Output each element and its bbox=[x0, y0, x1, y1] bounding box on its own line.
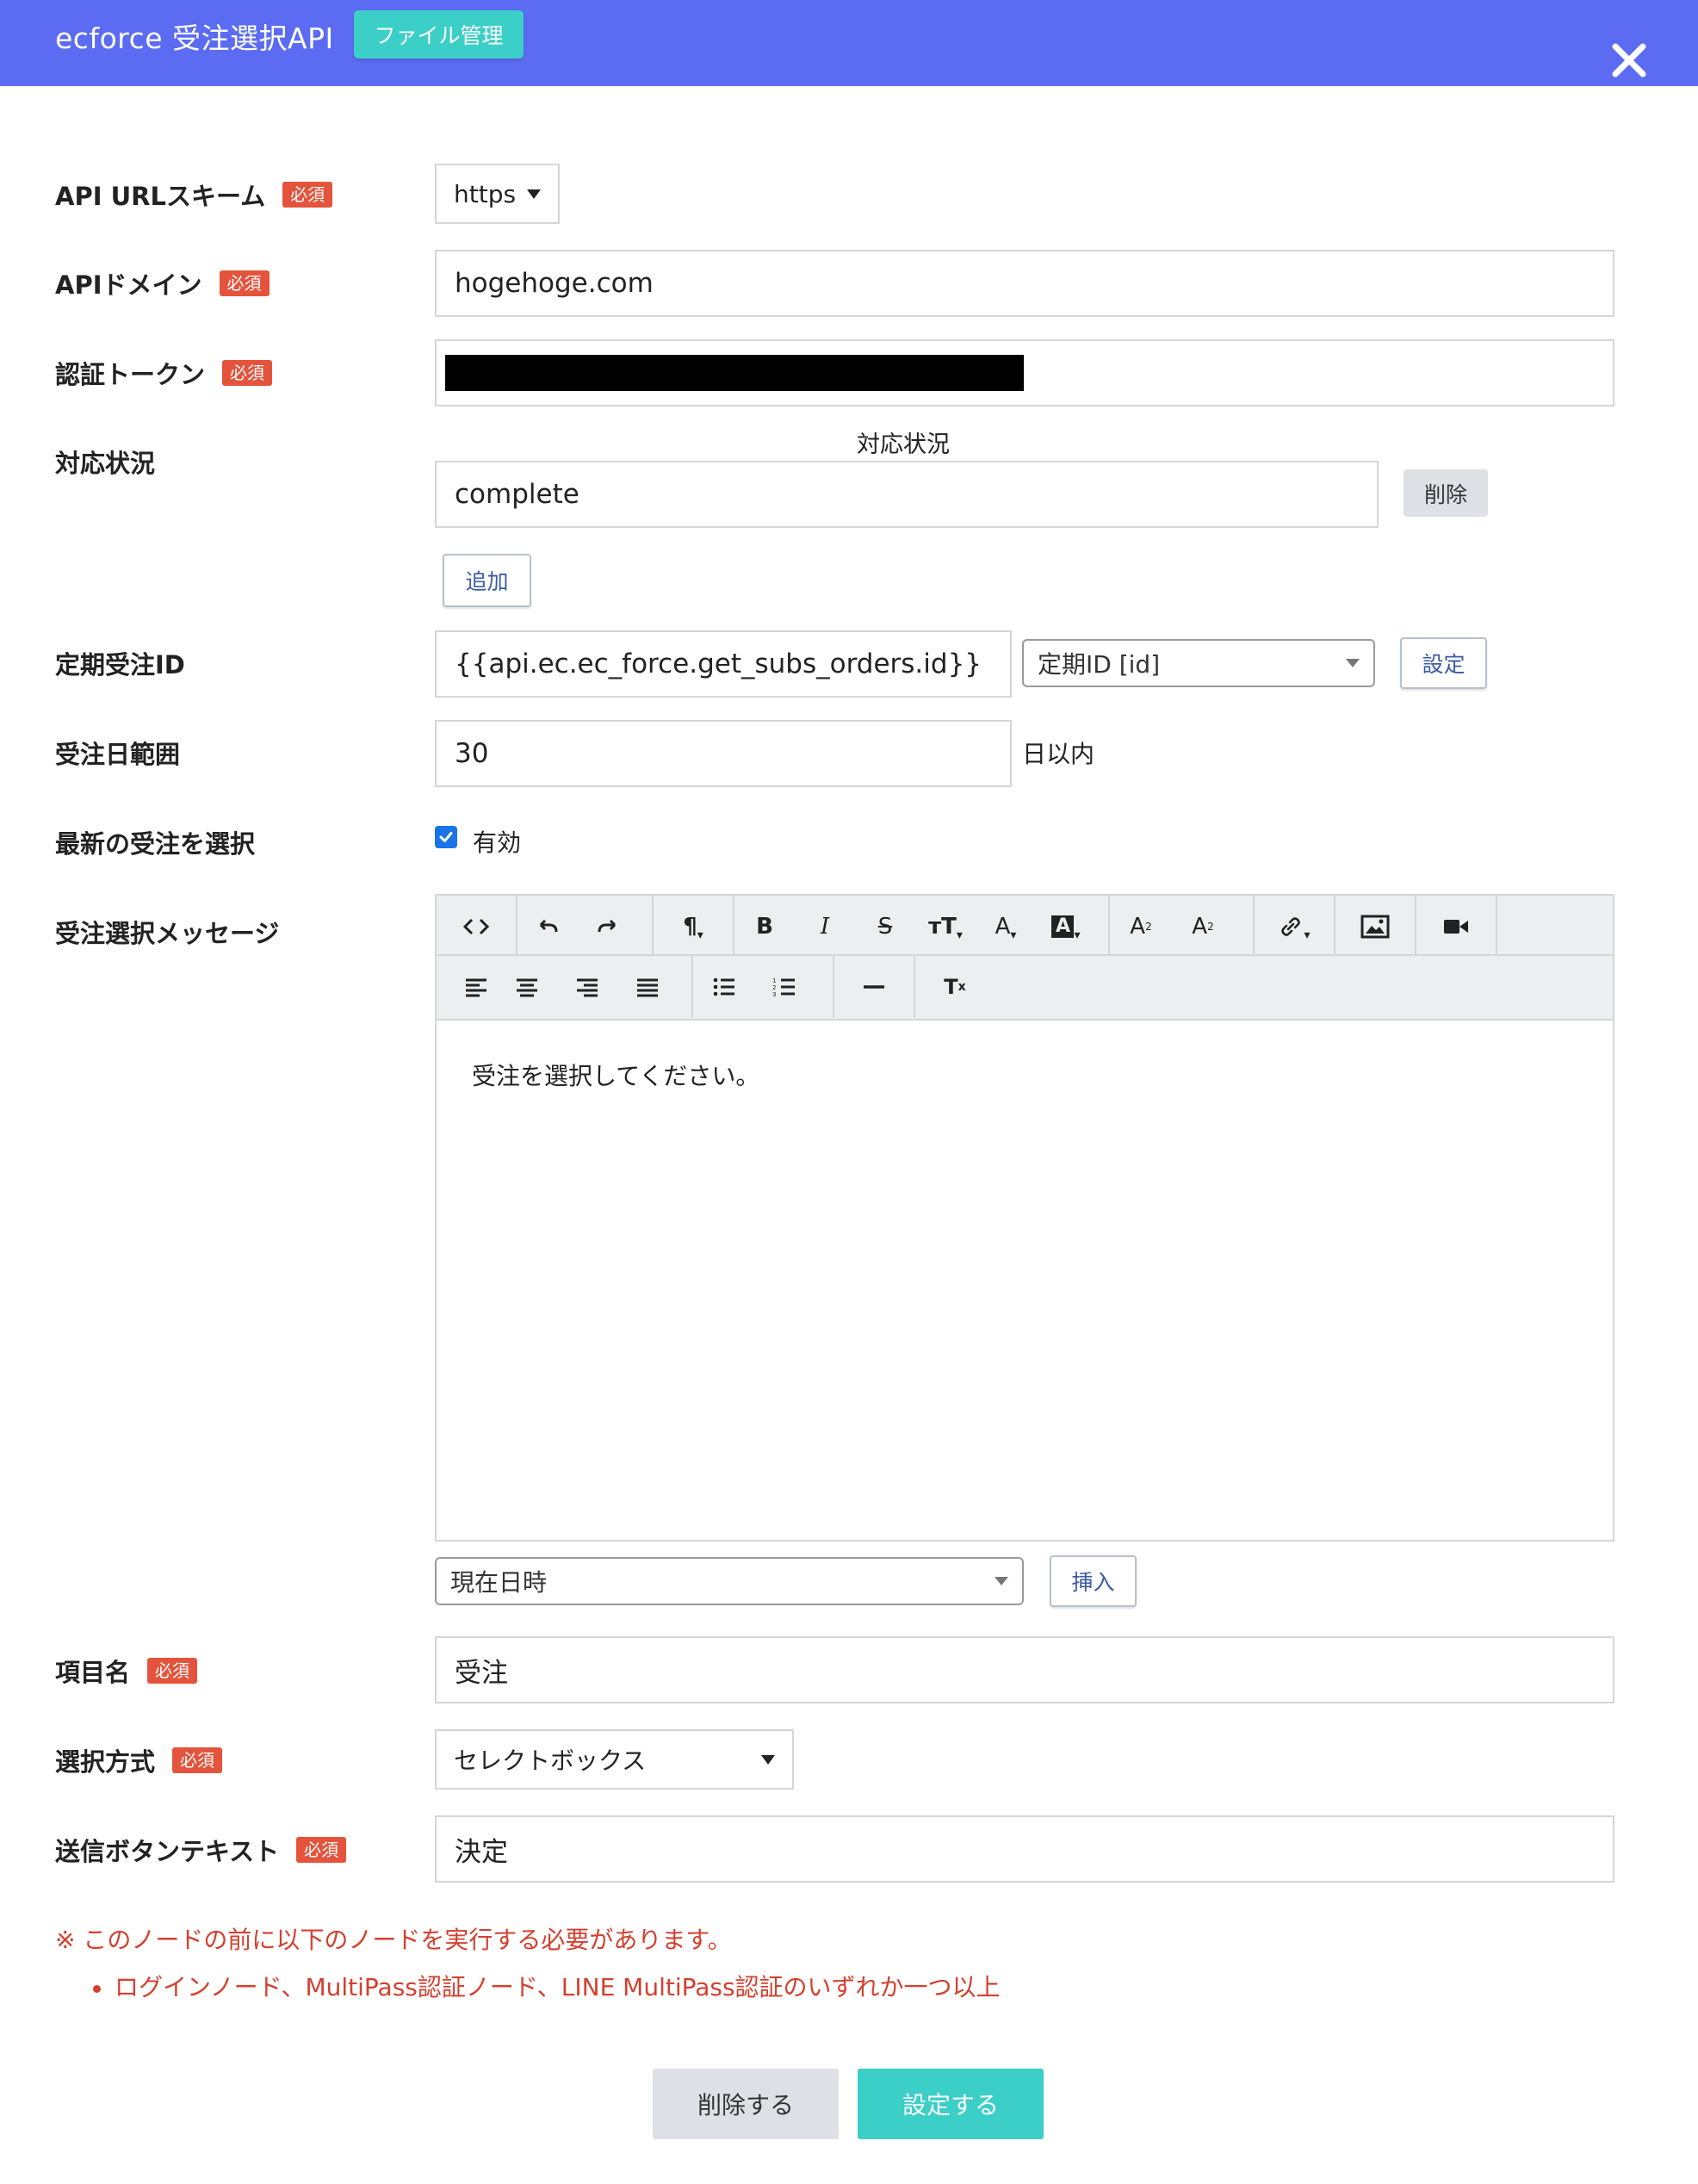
close-icon[interactable] bbox=[1608, 40, 1650, 81]
svg-text:1: 1 bbox=[772, 977, 776, 984]
undo-icon[interactable] bbox=[517, 896, 578, 958]
date-range-input[interactable]: 30 bbox=[435, 720, 1012, 787]
submit-text-label: 送信ボタンテキスト 必須 bbox=[55, 1831, 347, 1869]
variable-select[interactable]: 現在日時 bbox=[435, 1557, 1024, 1605]
date-range-suffix: 日以内 bbox=[1022, 740, 1095, 768]
redo-icon[interactable] bbox=[578, 896, 638, 958]
paragraph-icon[interactable]: ¶ ▾ bbox=[654, 896, 733, 958]
svg-text:2: 2 bbox=[772, 984, 776, 991]
align-center-icon[interactable] bbox=[497, 956, 557, 1018]
caret-down-icon bbox=[1346, 659, 1360, 667]
message-label: 受注選択メッセージ bbox=[55, 919, 280, 948]
bullet-list-icon[interactable] bbox=[693, 956, 755, 1018]
message-content[interactable]: 受注を選択してください。 bbox=[472, 1058, 759, 1092]
prerequisite-note-item: ログインノード、MultiPass認証ノード、LINE MultiPass認証の… bbox=[93, 1969, 1001, 2003]
auth-token-label: 認証トークン 必須 bbox=[55, 354, 273, 392]
api-domain-input[interactable]: hogehoge.com bbox=[435, 250, 1614, 317]
delete-status-button[interactable]: 削除 bbox=[1404, 469, 1488, 517]
background-color-icon[interactable]: A ▾ bbox=[1036, 896, 1096, 958]
code-view-icon[interactable] bbox=[437, 896, 516, 958]
auth-token-input[interactable] bbox=[435, 339, 1614, 406]
file-management-button[interactable]: ファイル管理 bbox=[354, 10, 524, 59]
status-label: 対応状況 bbox=[55, 449, 156, 478]
select-method-select[interactable]: セレクトボックス bbox=[435, 1729, 794, 1790]
numbered-list-icon[interactable]: 123 bbox=[753, 956, 815, 1018]
check-icon bbox=[439, 832, 453, 842]
set-subs-id-button[interactable]: 設定 bbox=[1400, 637, 1487, 689]
redacted-token bbox=[445, 355, 1024, 391]
select-method-label: 選択方式 必須 bbox=[55, 1741, 223, 1779]
editor-toolbar-row-1: ¶ ▾ B I S тT ▾ A ▾ A ▾ A2 A2 ▾ bbox=[435, 894, 1614, 958]
required-badge: 必須 bbox=[282, 182, 333, 208]
caret-down-icon bbox=[761, 1754, 775, 1765]
subs-order-id-label: 定期受注ID bbox=[55, 650, 185, 679]
image-icon[interactable] bbox=[1335, 896, 1415, 958]
latest-checkbox[interactable] bbox=[435, 826, 457, 848]
strikethrough-icon[interactable]: S bbox=[855, 896, 915, 958]
svg-text:3: 3 bbox=[772, 991, 776, 997]
required-badge: 必須 bbox=[222, 360, 273, 386]
horizontal-rule-icon[interactable] bbox=[834, 956, 914, 1018]
required-badge: 必須 bbox=[296, 1837, 347, 1863]
subscript-icon[interactable]: A2 bbox=[1172, 896, 1234, 958]
caret-down-icon bbox=[527, 189, 541, 199]
subs-id-select[interactable]: 定期ID [id] bbox=[1022, 639, 1375, 687]
video-icon[interactable] bbox=[1416, 896, 1496, 958]
required-badge: 必須 bbox=[147, 1658, 198, 1684]
bold-icon[interactable]: B bbox=[734, 896, 795, 958]
subs-order-id-input[interactable]: {{api.ec.ec_force.get_subs_orders.id}} bbox=[435, 630, 1012, 698]
status-column-header: 対応状況 bbox=[857, 431, 950, 458]
message-editor[interactable] bbox=[435, 1021, 1614, 1542]
caret-down-icon bbox=[995, 1577, 1008, 1585]
required-badge: 必須 bbox=[172, 1747, 223, 1773]
page-title: ecforce 受注選択API bbox=[55, 22, 334, 55]
date-range-label: 受注日範囲 bbox=[55, 740, 181, 769]
item-name-input[interactable]: 受注 bbox=[435, 1636, 1614, 1703]
insert-variable-button[interactable]: 挿入 bbox=[1050, 1555, 1137, 1607]
align-justify-icon[interactable] bbox=[617, 956, 678, 1018]
prerequisite-note: ※ このノードの前に以下のノードを実行する必要があります。 bbox=[55, 1926, 732, 1954]
link-icon[interactable]: ▾ bbox=[1255, 896, 1334, 958]
item-name-label: 項目名 必須 bbox=[55, 1652, 198, 1690]
status-input[interactable]: complete bbox=[435, 461, 1379, 528]
clear-format-icon[interactable]: Tx bbox=[915, 956, 995, 1018]
italic-icon[interactable]: I bbox=[795, 896, 855, 958]
scheme-select[interactable]: https bbox=[435, 164, 560, 224]
font-size-icon[interactable]: тT ▾ bbox=[915, 896, 976, 958]
latest-checkbox-label: 有効 bbox=[473, 828, 522, 857]
align-right-icon[interactable] bbox=[557, 956, 617, 1018]
editor-toolbar-row-2: 123 Tx bbox=[435, 956, 1614, 1021]
api-domain-label: APIドメイン 必須 bbox=[55, 264, 270, 302]
latest-order-label: 最新の受注を選択 bbox=[55, 829, 256, 859]
delete-node-button[interactable]: 削除する bbox=[653, 2069, 839, 2139]
bullet-icon bbox=[93, 1984, 101, 1993]
api-url-scheme-label: API URLスキーム 必須 bbox=[55, 176, 333, 214]
font-color-icon[interactable]: A ▾ bbox=[976, 896, 1036, 958]
superscript-icon[interactable]: A2 bbox=[1110, 896, 1172, 958]
submit-text-input[interactable]: 決定 bbox=[435, 1815, 1614, 1883]
add-status-button[interactable]: 追加 bbox=[443, 554, 531, 607]
required-badge: 必須 bbox=[219, 270, 270, 296]
save-node-button[interactable]: 設定する bbox=[858, 2069, 1044, 2139]
